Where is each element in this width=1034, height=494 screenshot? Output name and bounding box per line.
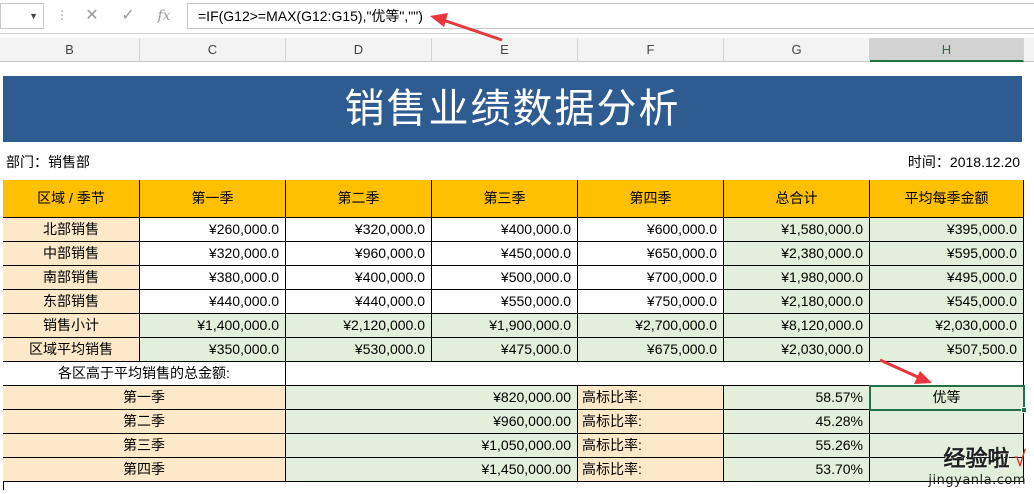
above-average-label[interactable]: 各区高于平均销售的总金额:: [3, 362, 286, 386]
amount-cell[interactable]: ¥960,000.00: [286, 410, 578, 434]
value-cell[interactable]: ¥530,000.0: [286, 338, 432, 362]
value-cell[interactable]: ¥2,700,000.0: [578, 314, 724, 338]
value-cell[interactable]: ¥320,000.0: [286, 218, 432, 242]
fill-handle[interactable]: [1021, 407, 1027, 413]
ratio-label-cell[interactable]: 高标比率:: [578, 458, 724, 482]
value-cell[interactable]: ¥960,000.0: [286, 242, 432, 266]
fx-icon[interactable]: fx: [152, 4, 176, 28]
header-cell[interactable]: 第四季: [578, 180, 724, 218]
value-cell[interactable]: ¥1,580,000.0: [724, 218, 870, 242]
row-label-cell[interactable]: 中部销售: [3, 242, 140, 266]
value-cell[interactable]: ¥1,980,000.0: [724, 266, 870, 290]
value-cell[interactable]: ¥550,000.0: [432, 290, 578, 314]
amount-cell[interactable]: ¥820,000.00: [286, 386, 578, 410]
season-label-cell[interactable]: 第四季: [3, 458, 286, 482]
row-label-cell[interactable]: 南部销售: [3, 266, 140, 290]
sheet-title[interactable]: 销售业绩数据分析: [3, 76, 1022, 142]
value-cell[interactable]: ¥1,900,000.0: [432, 314, 578, 338]
value-cell[interactable]: ¥2,380,000.0: [724, 242, 870, 266]
value-cell[interactable]: ¥395,000.0: [870, 218, 1024, 242]
column-header-c[interactable]: C: [140, 38, 286, 62]
close-icon[interactable]: ✕: [80, 4, 104, 28]
value-cell[interactable]: ¥8,120,000.0: [724, 314, 870, 338]
sheet-grid[interactable]: 销售业绩数据分析 部门：销售部 时间：2018.12.20 区域 / 季节 第一季…: [0, 62, 1034, 494]
value-cell[interactable]: ¥2,180,000.0: [724, 290, 870, 314]
spreadsheet-window: ▼ ⋮ ✕ ✓ fx =IF(G12>=MAX(G12:G15),"优等",""…: [0, 0, 1034, 494]
grade-cell[interactable]: 优等: [870, 386, 1024, 410]
amount-cell[interactable]: ¥1,050,000.00: [286, 434, 578, 458]
row-label-cell[interactable]: 区域平均销售: [3, 338, 140, 362]
value-cell[interactable]: ¥1,400,000.0: [140, 314, 286, 338]
header-cell[interactable]: 区域 / 季节: [3, 180, 140, 218]
grade-cell[interactable]: [870, 410, 1024, 434]
value-cell[interactable]: ¥650,000.0: [578, 242, 724, 266]
check-icon[interactable]: ✓: [116, 4, 140, 28]
formula-input[interactable]: =IF(G12>=MAX(G12:G15),"优等",""): [187, 3, 1034, 29]
value-cell[interactable]: ¥400,000.0: [432, 218, 578, 242]
watermark-text: 经验啦: [943, 447, 1010, 472]
value-cell[interactable]: ¥750,000.0: [578, 290, 724, 314]
ratio-value-cell[interactable]: 58.57%: [724, 386, 870, 410]
column-headers: B C D E F G H: [0, 38, 1034, 62]
header-cell[interactable]: 平均每季金额: [870, 180, 1024, 218]
value-cell[interactable]: ¥675,000.0: [578, 338, 724, 362]
column-header-e[interactable]: E: [432, 38, 578, 62]
value-cell[interactable]: ¥595,000.0: [870, 242, 1024, 266]
check-mark-icon: √: [1013, 446, 1026, 471]
ratio-value-cell[interactable]: 53.70%: [724, 458, 870, 482]
ratio-value-cell[interactable]: 55.26%: [724, 434, 870, 458]
header-cell[interactable]: 第一季: [140, 180, 286, 218]
value-cell[interactable]: ¥545,000.0: [870, 290, 1024, 314]
value-cell[interactable]: ¥700,000.0: [578, 266, 724, 290]
value-cell[interactable]: ¥440,000.0: [286, 290, 432, 314]
empty-cell[interactable]: [286, 362, 1024, 386]
value-cell[interactable]: ¥495,000.0: [870, 266, 1024, 290]
chevron-down-icon[interactable]: ▼: [29, 11, 38, 21]
value-cell[interactable]: ¥507,500.0: [870, 338, 1024, 362]
department-label[interactable]: 部门：销售部: [6, 152, 90, 172]
row-label-cell[interactable]: 北部销售: [3, 218, 140, 242]
value-cell[interactable]: ¥2,120,000.0: [286, 314, 432, 338]
amount-cell[interactable]: ¥1,450,000.00: [286, 458, 578, 482]
formula-bar: ▼ ⋮ ✕ ✓ fx =IF(G12>=MAX(G12:G15),"优等",""…: [0, 0, 1034, 34]
header-cell[interactable]: 第二季: [286, 180, 432, 218]
value-cell[interactable]: ¥440,000.0: [140, 290, 286, 314]
value-cell[interactable]: ¥2,030,000.0: [870, 314, 1024, 338]
season-label-cell[interactable]: 第二季: [3, 410, 286, 434]
value-cell[interactable]: ¥380,000.0: [140, 266, 286, 290]
column-header-g[interactable]: G: [724, 38, 870, 62]
ratio-label-cell[interactable]: 高标比率:: [578, 410, 724, 434]
header-cell[interactable]: 第三季: [432, 180, 578, 218]
season-label-cell[interactable]: 第一季: [3, 386, 286, 410]
watermark: 经验啦 √ jingyanla.com: [928, 441, 1026, 488]
season-label-cell[interactable]: 第三季: [3, 434, 286, 458]
name-box[interactable]: ▼: [0, 3, 44, 29]
value-cell[interactable]: ¥600,000.0: [578, 218, 724, 242]
header-cell[interactable]: 总合计: [724, 180, 870, 218]
value-cell[interactable]: ¥260,000.0: [140, 218, 286, 242]
column-header-f[interactable]: F: [578, 38, 724, 62]
value-cell[interactable]: ¥2,030,000.0: [724, 338, 870, 362]
time-label[interactable]: 时间：2018.12.20: [908, 152, 1020, 172]
value-cell[interactable]: ¥500,000.0: [432, 266, 578, 290]
ratio-value-cell[interactable]: 45.28%: [724, 410, 870, 434]
column-header-h[interactable]: H: [870, 38, 1024, 62]
row-label-cell[interactable]: 东部销售: [3, 290, 140, 314]
value-cell[interactable]: ¥320,000.0: [140, 242, 286, 266]
ratio-label-cell[interactable]: 高标比率:: [578, 386, 724, 410]
column-header-b[interactable]: B: [0, 38, 140, 62]
value-cell[interactable]: ¥400,000.0: [286, 266, 432, 290]
row-label-cell[interactable]: 销售小计: [3, 314, 140, 338]
ratio-label-cell[interactable]: 高标比率:: [578, 434, 724, 458]
more-dots-icon: ⋮: [56, 8, 68, 22]
column-header-d[interactable]: D: [286, 38, 432, 62]
value-cell[interactable]: ¥450,000.0: [432, 242, 578, 266]
watermark-url: jingyanla.com: [928, 473, 1026, 488]
value-cell[interactable]: ¥475,000.0: [432, 338, 578, 362]
value-cell[interactable]: ¥350,000.0: [140, 338, 286, 362]
